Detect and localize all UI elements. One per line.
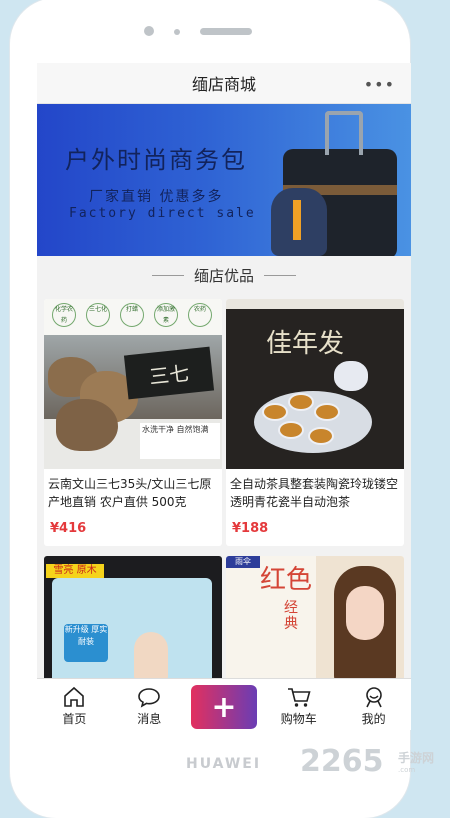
image-vertical-text: 经典 — [284, 600, 298, 632]
watermark-number: 2265 — [300, 744, 384, 779]
person-icon — [365, 687, 382, 708]
product-panel: 新升级 厚实耐装 — [64, 624, 108, 662]
tab-messages[interactable]: 消息 — [112, 679, 187, 730]
tab-label: 首页 — [62, 712, 87, 726]
plus-icon[interactable]: + — [190, 685, 257, 729]
badge: 添加激素 — [154, 303, 178, 327]
banner-subheadline-en: Factory direct sale — [69, 206, 256, 221]
cart-icon — [287, 688, 311, 707]
brand-logo: 雨伞 — [226, 556, 260, 568]
badge: 三七化 — [86, 303, 110, 327]
bottom-tab-bar: 首页 消息 + 购物车 我的 — [37, 678, 411, 730]
tea-cup — [278, 421, 304, 439]
tea-cup — [308, 427, 334, 445]
tab-label: 消息 — [137, 712, 162, 726]
front-camera — [144, 26, 154, 36]
section-title: 缅店优品 — [193, 266, 254, 285]
more-dots-icon[interactable]: ••• — [364, 75, 395, 94]
tab-profile[interactable]: 我的 — [336, 679, 411, 730]
product-tag: 水洗干净 自然饱满 — [140, 423, 220, 459]
banner-headline: 户外时尚商务包 — [65, 146, 247, 174]
section-header: 缅店优品 — [37, 256, 411, 294]
tea-cup — [262, 403, 288, 421]
tea-cup — [314, 403, 340, 421]
chat-bubble-icon — [138, 688, 160, 708]
image-calligraphy: 红色 — [260, 565, 313, 595]
watermark-url: .com — [398, 766, 416, 774]
badge: 打蜡 — [120, 303, 144, 327]
model-figure — [134, 632, 168, 682]
product-card[interactable]: 佳年发 全自动茶具整套装陶瓷玲珑镂空透明青花瓷半自动泡茶 ¥188 — [226, 299, 404, 546]
product-price: ¥188 — [232, 521, 269, 536]
banner-subheadline: 厂家直销 优惠多多 — [89, 189, 224, 205]
divider-right — [264, 274, 296, 276]
divider-left — [151, 274, 184, 276]
product-brand: 雪亮 原木 — [46, 564, 104, 578]
watermark-text: 手游网 — [398, 751, 435, 765]
badge: 化学农药 — [52, 303, 76, 327]
promo-banner[interactable]: 户外时尚商务包 厂家直销 优惠多多 Factory direct sale — [37, 104, 411, 256]
model-face — [346, 586, 384, 640]
product-image: 化学农药 三七化 打蜡 添加激素 农药 三七 水洗干净 自然饱满 — [44, 299, 222, 469]
product-name: 云南文山三七35头/文山三七原产地直销 农户直供 500克 — [48, 477, 212, 509]
teapot — [334, 361, 368, 391]
chalkboard: 三七 — [123, 346, 215, 400]
product-price: ¥416 — [50, 521, 87, 536]
product-card[interactable]: 化学农药 三七化 打蜡 添加激素 农药 三七 水洗干净 自然饱满 云南文山三七3… — [44, 299, 222, 546]
app-title: 缅店商城 — [191, 75, 256, 94]
earpiece — [200, 28, 252, 35]
badge: 农药 — [188, 303, 212, 327]
app-screen: 缅店商城 ••• 户外时尚商务包 厂家直销 优惠多多 Factory direc… — [37, 63, 411, 730]
tab-add[interactable]: + — [187, 679, 262, 730]
root-shape — [56, 399, 118, 451]
tab-label: 购物车 — [280, 712, 317, 726]
suitcase-handle — [325, 111, 363, 155]
backpack-image — [271, 188, 327, 256]
backpack-strap — [293, 200, 301, 240]
sensor-dot — [174, 29, 180, 35]
tea-cup — [288, 393, 314, 411]
tab-cart[interactable]: 购物车 — [261, 679, 336, 730]
title-bar: 缅店商城 ••• — [37, 63, 411, 104]
device-brand: HUAWEI — [186, 756, 262, 772]
product-image: 佳年发 — [226, 299, 404, 469]
tab-label: 我的 — [361, 712, 386, 726]
tab-home[interactable]: 首页 — [37, 679, 112, 730]
home-icon — [64, 686, 85, 707]
image-calligraphy: 佳年发 — [266, 329, 345, 359]
product-name: 全自动茶具整套装陶瓷玲珑镂空透明青花瓷半自动泡茶 — [230, 477, 399, 509]
